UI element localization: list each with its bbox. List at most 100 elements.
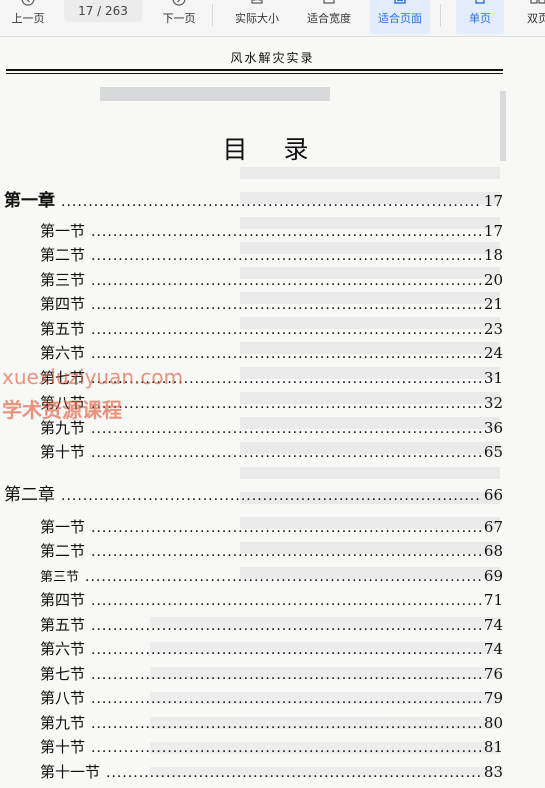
toc-entry-label: 第六节 bbox=[40, 640, 86, 658]
dot-leader bbox=[91, 520, 482, 536]
fit-page-label: 适合页面 bbox=[378, 12, 422, 25]
toc-entry-page: 79 bbox=[483, 689, 503, 707]
toc-entry-page: 24 bbox=[483, 344, 503, 362]
toc-entry-page: 71 bbox=[483, 591, 503, 609]
running-header: 风水解灾实录 bbox=[230, 51, 315, 65]
next-page-button[interactable]: 下一页 bbox=[156, 0, 202, 34]
toc-entry-page: 74 bbox=[483, 616, 503, 634]
toc-entry-label: 第二节 bbox=[40, 542, 86, 560]
toc-chapter-entry[interactable]: 第一章 17 bbox=[4, 186, 503, 211]
toc-entry-page: 76 bbox=[483, 665, 503, 683]
toc-entry-page: 66 bbox=[483, 486, 503, 504]
toc-section-entry[interactable]: 第三节 20 bbox=[40, 269, 503, 290]
toc-entry-label: 第一节 bbox=[40, 518, 86, 536]
toc-entry-page: 23 bbox=[483, 320, 503, 338]
chevron-right-icon bbox=[172, 0, 186, 6]
single-page-icon bbox=[475, 0, 485, 4]
toc-entry-label: 第三节 bbox=[40, 271, 86, 289]
toolbar-divider bbox=[440, 4, 441, 26]
toc-entry-page: 74 bbox=[483, 640, 503, 658]
toc-section-entry[interactable]: 第十一节 83 bbox=[40, 761, 503, 782]
actual-size-icon: 1:1 bbox=[251, 0, 263, 4]
viewer-toolbar: 上一页 17 / 263 下一页 1:1 实际大小 适合宽度 适合页面 bbox=[0, 0, 545, 37]
toc-section-entry[interactable]: 第二节 68 bbox=[40, 540, 503, 561]
document-page: 风水解灾实录 目 录 第一章 17 第一节 17 第二节 18 第三节 20 第… bbox=[0, 37, 545, 788]
toc-entry-label: 第二节 bbox=[40, 246, 86, 264]
dot-leader bbox=[91, 716, 482, 732]
header-rule bbox=[6, 69, 503, 71]
toc-section-entry[interactable]: 第十节 65 bbox=[40, 441, 503, 462]
dot-leader bbox=[91, 544, 482, 560]
toc-entry-label: 第十节 bbox=[40, 738, 86, 756]
dot-leader bbox=[91, 593, 482, 609]
dot-leader bbox=[91, 421, 482, 437]
header-rule bbox=[6, 73, 503, 74]
page-number-field[interactable]: 17 / 263 bbox=[64, 0, 142, 22]
dot-leader bbox=[85, 569, 482, 585]
toc-entry-page: 80 bbox=[483, 714, 503, 732]
toc-section-entry[interactable]: 第三节 69 bbox=[40, 566, 503, 585]
fit-width-button[interactable]: 适合宽度 bbox=[300, 0, 358, 34]
dot-leader bbox=[61, 194, 482, 210]
toc-section-entry[interactable]: 第六节 74 bbox=[40, 638, 503, 659]
double-page-button[interactable]: 双页 bbox=[516, 0, 545, 34]
toc-title: 目 录 bbox=[222, 135, 323, 164]
toc-entry-label: 第九节 bbox=[40, 714, 86, 732]
toc-entry-label: 第一节 bbox=[40, 222, 86, 240]
toc-entry-page: 69 bbox=[483, 567, 503, 585]
dot-leader bbox=[91, 667, 482, 683]
toc-entry-label: 第六节 bbox=[40, 344, 86, 362]
toc-entry-label: 第四节 bbox=[40, 591, 86, 609]
toc-entry-page: 17 bbox=[483, 192, 503, 210]
prev-page-button[interactable]: 上一页 bbox=[6, 0, 50, 34]
dot-leader bbox=[91, 618, 482, 634]
prev-page-label: 上一页 bbox=[11, 12, 45, 25]
fit-width-icon bbox=[323, 0, 335, 4]
toc-entry-label: 第七节 bbox=[40, 665, 86, 683]
toc-section-entry[interactable]: 第九节 80 bbox=[40, 712, 503, 733]
toc-entry-page: 32 bbox=[483, 394, 503, 412]
toc-section-entry[interactable]: 第五节 74 bbox=[40, 614, 503, 635]
toc-section-entry[interactable]: 第八节 79 bbox=[40, 687, 503, 708]
toc-section-entry[interactable]: 第一节 67 bbox=[40, 516, 503, 537]
toc-entry-page: 18 bbox=[483, 246, 503, 264]
toc-entry-page: 65 bbox=[483, 443, 503, 461]
actual-size-button[interactable]: 1:1 实际大小 bbox=[228, 0, 286, 34]
toc-entry-label: 第五节 bbox=[40, 320, 86, 338]
dot-leader bbox=[91, 224, 482, 240]
toc-entry-page: 81 bbox=[483, 738, 503, 756]
toc-section-entry[interactable]: 第七节 76 bbox=[40, 663, 503, 684]
toc-section-entry[interactable]: 第四节 21 bbox=[40, 293, 503, 314]
toc-entry-label: 第一章 bbox=[4, 191, 55, 211]
dot-leader bbox=[91, 642, 482, 658]
toc-section-entry[interactable]: 第六节 24 bbox=[40, 342, 503, 363]
fit-page-button[interactable]: 适合页面 bbox=[370, 0, 430, 34]
toc-section-entry[interactable]: 第二节 18 bbox=[40, 244, 503, 265]
toc-section-entry[interactable]: 第一节 17 bbox=[40, 220, 503, 241]
toc-entry-page: 67 bbox=[483, 518, 503, 536]
toolbar-divider bbox=[212, 4, 213, 26]
dot-leader bbox=[91, 248, 482, 264]
dot-leader bbox=[91, 691, 482, 707]
toc-entry-label: 第五节 bbox=[40, 616, 86, 634]
toc-entry-label: 第三节 bbox=[40, 570, 80, 585]
toc-entry-label: 第二章 bbox=[4, 485, 55, 505]
single-page-button[interactable]: 单页 bbox=[456, 0, 504, 34]
toc-entry-page: 21 bbox=[483, 295, 503, 313]
toc-entry-page: 36 bbox=[483, 419, 503, 437]
toc-chapter-entry[interactable]: 第二章 66 bbox=[4, 480, 503, 505]
toc-section-entry[interactable]: 第十节 81 bbox=[40, 736, 503, 757]
toc-entry-page: 83 bbox=[483, 763, 503, 781]
toc-section-entry[interactable]: 第五节 23 bbox=[40, 318, 503, 339]
toc-entry-page: 31 bbox=[483, 369, 503, 387]
dot-leader bbox=[91, 396, 482, 412]
watermark-url: xuexiuziyuan.com bbox=[2, 365, 184, 389]
dot-leader bbox=[91, 273, 482, 289]
fit-width-label: 适合宽度 bbox=[307, 12, 351, 25]
double-page-icon bbox=[530, 0, 545, 4]
bleed-through bbox=[100, 87, 330, 101]
toc-entry-page: 20 bbox=[483, 271, 503, 289]
toc-entry-page: 17 bbox=[483, 222, 503, 240]
toc-section-entry[interactable]: 第四节 71 bbox=[40, 589, 503, 610]
dot-leader bbox=[106, 765, 482, 781]
